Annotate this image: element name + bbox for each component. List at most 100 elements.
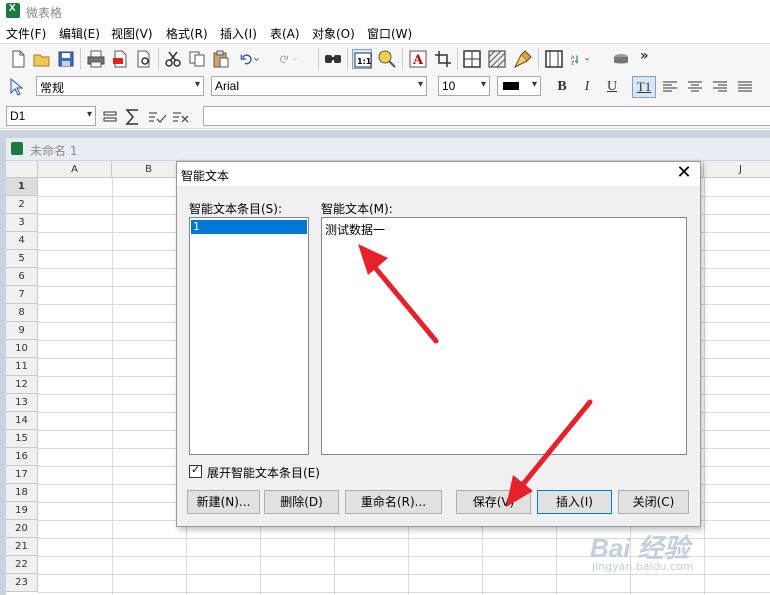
- chart-frame-icon[interactable]: [544, 49, 564, 69]
- row-header[interactable]: 10: [6, 340, 38, 358]
- menu-bar: 文件(F) 编辑(E) 视图(V) 格式(R) 插入(I) 表(A) 对象(O)…: [0, 22, 770, 42]
- font-select[interactable]: Arial ▾: [211, 76, 427, 96]
- toolbar-overflow-icon[interactable]: »: [640, 49, 654, 69]
- row-header[interactable]: 3: [6, 214, 38, 232]
- row-header[interactable]: 9: [6, 322, 38, 340]
- find-icon[interactable]: [323, 49, 343, 69]
- expand-checkbox[interactable]: [189, 463, 202, 478]
- column-header[interactable]: J: [704, 161, 770, 178]
- table-borders-icon[interactable]: [462, 49, 482, 69]
- save-icon[interactable]: [56, 49, 76, 69]
- cancel-icon[interactable]: [171, 107, 191, 127]
- undo-icon[interactable]: [240, 49, 268, 69]
- row-header[interactable]: 7: [6, 286, 38, 304]
- row-header[interactable]: 14: [6, 412, 38, 430]
- entries-list[interactable]: 1: [189, 217, 309, 455]
- row-header[interactable]: 21: [6, 538, 38, 556]
- menu-window[interactable]: 窗口(W): [367, 25, 412, 42]
- zoom-100-icon[interactable]: 1:1: [352, 49, 372, 69]
- row-header[interactable]: 6: [6, 268, 38, 286]
- copy-icon[interactable]: [187, 49, 207, 69]
- font-size-select[interactable]: 10 ▾: [438, 76, 490, 96]
- italic-button[interactable]: I: [577, 77, 597, 97]
- corner-header[interactable]: [6, 161, 38, 178]
- sort-icon[interactable]: AZ: [570, 49, 604, 69]
- row-header[interactable]: 1: [6, 178, 38, 196]
- row-header[interactable]: 2: [6, 196, 38, 214]
- accept-icon[interactable]: [147, 107, 167, 127]
- new-document-icon[interactable]: [8, 49, 28, 69]
- formula-input[interactable]: [203, 106, 770, 126]
- bold-button[interactable]: B: [552, 77, 572, 97]
- row-header[interactable]: 23: [6, 574, 38, 592]
- menu-format[interactable]: 格式(R): [166, 25, 208, 42]
- pdf-icon[interactable]: [110, 49, 130, 69]
- object-stack-icon[interactable]: [611, 49, 631, 69]
- svg-text:Z: Z: [571, 60, 574, 66]
- document-tab[interactable]: 未命名 1: [6, 138, 770, 160]
- row-header[interactable]: 18: [6, 484, 38, 502]
- menu-edit[interactable]: 编辑(E): [59, 25, 100, 42]
- delete-button[interactable]: 删除(D): [264, 490, 339, 514]
- cell-reference-value: D1: [10, 109, 26, 123]
- redo-icon[interactable]: [278, 49, 316, 69]
- dialog-title-bar: 智能文本 ✕: [177, 162, 700, 186]
- list-item[interactable]: 1: [191, 220, 307, 234]
- menu-insert[interactable]: 插入(I): [220, 25, 257, 42]
- row-header[interactable]: 5: [6, 250, 38, 268]
- row-header[interactable]: 22: [6, 556, 38, 574]
- row-header[interactable]: 17: [6, 466, 38, 484]
- underline-button[interactable]: U: [602, 77, 622, 97]
- cut-icon[interactable]: [163, 49, 183, 69]
- font-value: Arial: [215, 79, 240, 93]
- align-left-icon[interactable]: [660, 77, 680, 97]
- row-header[interactable]: 20: [6, 520, 38, 538]
- text-box-icon[interactable]: A: [408, 49, 428, 69]
- text-tool-button[interactable]: T1: [632, 76, 656, 98]
- smart-text-field[interactable]: 测试数据一: [321, 217, 687, 455]
- chevron-down-icon: ▾: [480, 79, 486, 90]
- row-header[interactable]: 16: [6, 448, 38, 466]
- row-header[interactable]: 12: [6, 376, 38, 394]
- menu-file[interactable]: 文件(F): [6, 25, 46, 42]
- close-icon[interactable]: ✕: [674, 163, 694, 183]
- menu-view[interactable]: 视图(V): [111, 25, 153, 42]
- menu-table[interactable]: 表(A): [270, 25, 300, 42]
- row-header[interactable]: 13: [6, 394, 38, 412]
- title-bar: 微表格: [0, 0, 770, 22]
- font-color-select[interactable]: ▾: [497, 76, 541, 96]
- dialog-title: 智能文本: [181, 169, 230, 183]
- menu-object[interactable]: 对象(O): [312, 25, 355, 42]
- justify-icon[interactable]: [735, 77, 755, 97]
- pointer-select-icon[interactable]: [6, 77, 26, 97]
- smart-text-value: 测试数据一: [325, 223, 386, 237]
- print-preview-icon[interactable]: [134, 49, 154, 69]
- clear-format-icon[interactable]: [513, 49, 533, 69]
- row-header[interactable]: 4: [6, 232, 38, 250]
- insert-button[interactable]: 插入(I): [537, 490, 612, 514]
- open-folder-icon[interactable]: [32, 49, 52, 69]
- new-button[interactable]: 新建(N)...: [187, 490, 260, 514]
- sum-icon[interactable]: [123, 107, 143, 127]
- column-header[interactable]: B: [112, 161, 186, 178]
- close-button[interactable]: 关闭(C): [618, 490, 689, 514]
- equals-icon[interactable]: [100, 107, 120, 127]
- save-button[interactable]: 保存(V): [456, 490, 531, 514]
- align-center-icon[interactable]: [685, 77, 705, 97]
- row-header[interactable]: 15: [6, 430, 38, 448]
- paste-icon[interactable]: [211, 49, 231, 69]
- align-right-icon[interactable]: [710, 77, 730, 97]
- row-header[interactable]: 8: [6, 304, 38, 322]
- fill-pattern-icon[interactable]: [487, 49, 507, 69]
- rename-button[interactable]: 重命名(R)...: [345, 490, 442, 514]
- row-header[interactable]: 11: [6, 358, 38, 376]
- column-header[interactable]: A: [38, 161, 112, 178]
- format-toolbar: 常规 ▾ Arial ▾ 10 ▾ ▾ B I U T1: [0, 73, 770, 101]
- cell-reference-box[interactable]: D1 ▾: [6, 106, 96, 126]
- crop-icon[interactable]: [433, 49, 453, 69]
- expand-checkbox-label[interactable]: 展开智能文本条目(E): [207, 464, 320, 481]
- print-icon[interactable]: [86, 49, 106, 69]
- zoom-icon[interactable]: [377, 49, 397, 69]
- row-header[interactable]: 19: [6, 502, 38, 520]
- style-select[interactable]: 常规 ▾: [36, 76, 204, 96]
